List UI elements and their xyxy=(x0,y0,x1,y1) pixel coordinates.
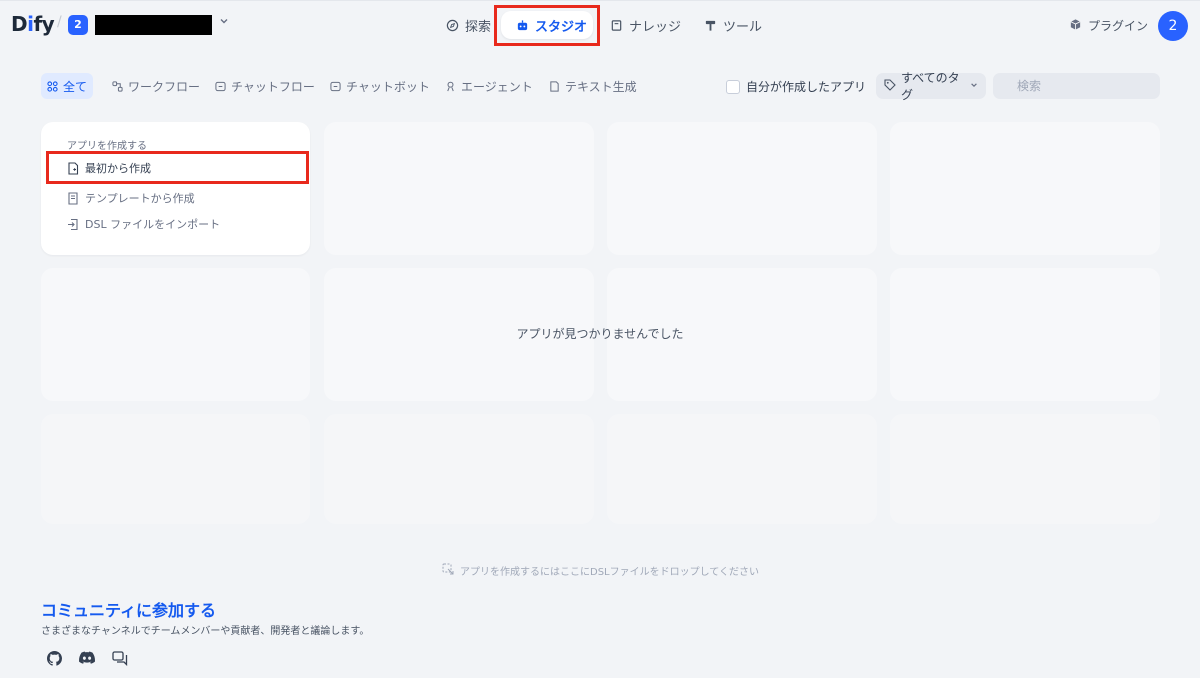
plugin-button[interactable]: プラグイン xyxy=(1069,17,1148,34)
community-subtitle: さまざまなチャンネルでチームメンバーや貢献者、開発者と議論します。 xyxy=(41,626,370,637)
top-header: Dify / 2 探索 スタジオ ナレッジ ツール プラグイン 2 xyxy=(0,0,1200,48)
cube-icon xyxy=(1069,18,1082,34)
empty-state-message: アプリが見つかりませんでした xyxy=(516,327,684,341)
discord-icon[interactable] xyxy=(78,649,96,667)
compass-icon xyxy=(445,18,459,32)
tags-dropdown-label: すべてのタグ xyxy=(901,71,960,102)
create-from-blank-label: 最初から作成 xyxy=(85,162,151,175)
chat-icon xyxy=(215,81,226,92)
drop-file-icon xyxy=(442,563,454,578)
nav-knowledge[interactable]: ナレッジ xyxy=(609,11,681,39)
tab-chatflow-label: チャットフロー xyxy=(231,79,315,94)
tab-text-generation[interactable]: テキスト生成 xyxy=(543,73,643,99)
app-card-placeholder xyxy=(41,414,310,524)
import-icon xyxy=(67,218,79,231)
import-dsl-button[interactable]: DSL ファイルをインポート xyxy=(67,216,220,232)
nav-tools[interactable]: ツール xyxy=(703,11,762,39)
tab-agent-label: エージェント xyxy=(461,79,533,94)
app-card-placeholder xyxy=(607,122,877,255)
create-app-title: アプリを作成する xyxy=(67,141,147,152)
tab-workflow[interactable]: ワークフロー xyxy=(106,73,206,99)
tab-all-label: 全て xyxy=(63,79,88,94)
workspace-badge[interactable]: 2 xyxy=(68,15,88,35)
github-icon[interactable] xyxy=(45,649,63,667)
file-plus-icon xyxy=(67,161,79,175)
search-input[interactable] xyxy=(993,73,1160,99)
forum-icon[interactable] xyxy=(111,649,129,667)
template-icon xyxy=(67,191,79,205)
nav-tools-label: ツール xyxy=(723,19,763,35)
breadcrumb-separator: / xyxy=(57,14,62,30)
dsl-drop-hint-text: アプリを作成するにはここにDSLファイルをドロップしてください xyxy=(460,567,760,578)
workflow-icon xyxy=(112,80,123,92)
create-from-template-button[interactable]: テンプレートから作成 xyxy=(67,190,195,206)
document-icon xyxy=(549,80,560,92)
import-dsl-label: DSL ファイルをインポート xyxy=(85,218,221,231)
tab-chatflow[interactable]: チャットフロー xyxy=(209,73,321,99)
dsl-drop-hint: アプリを作成するにはここにDSLファイルをドロップしてください xyxy=(442,563,759,578)
tab-chatbot-label: チャットボット xyxy=(346,79,430,94)
user-avatar[interactable]: 2 xyxy=(1158,11,1188,41)
plugin-label: プラグイン xyxy=(1088,19,1149,33)
tags-dropdown[interactable]: すべてのタグ xyxy=(876,71,986,102)
tab-chatbot[interactable]: チャットボット xyxy=(324,73,436,99)
grid-icon xyxy=(47,80,58,92)
app-card-placeholder xyxy=(890,122,1160,255)
agent-icon xyxy=(445,81,456,92)
tab-agent[interactable]: エージェント xyxy=(439,73,539,99)
robot-icon xyxy=(515,18,529,32)
app-card-placeholder xyxy=(890,414,1160,524)
app-card-placeholder xyxy=(324,414,594,524)
community-title: コミュニティに参加する xyxy=(41,601,217,620)
chatbot-icon xyxy=(330,81,341,92)
app-card-placeholder xyxy=(607,414,877,524)
nav-knowledge-label: ナレッジ xyxy=(629,19,682,35)
book-icon xyxy=(609,18,623,32)
tab-text-generation-label: テキスト生成 xyxy=(565,79,637,94)
nav-explore-label: 探索 xyxy=(465,19,492,35)
created-by-me-filter[interactable]: 自分が作成したアプリ xyxy=(726,78,866,95)
chevron-down-icon xyxy=(970,81,978,92)
nav-studio[interactable]: スタジオ xyxy=(501,11,593,39)
tag-icon xyxy=(884,78,896,94)
dify-logo[interactable]: Dify xyxy=(11,12,55,36)
created-by-me-checkbox[interactable] xyxy=(726,79,740,94)
created-by-me-label: 自分が作成したアプリ xyxy=(746,80,867,94)
hammer-icon xyxy=(703,18,717,32)
chevron-down-icon[interactable] xyxy=(219,15,229,29)
create-from-blank-button[interactable]: 最初から作成 xyxy=(67,160,151,176)
nav-studio-label: スタジオ xyxy=(535,19,588,35)
app-card-placeholder xyxy=(324,122,594,255)
nav-explore[interactable]: 探索 xyxy=(445,11,491,39)
create-app-card: アプリを作成する 最初から作成 テンプレートから作成 DSL ファイルをインポー… xyxy=(41,122,310,255)
tab-workflow-label: ワークフロー xyxy=(128,79,201,94)
create-from-template-label: テンプレートから作成 xyxy=(85,192,195,205)
workspace-name-redacted[interactable] xyxy=(95,15,212,35)
tab-all[interactable]: 全て xyxy=(41,73,94,99)
